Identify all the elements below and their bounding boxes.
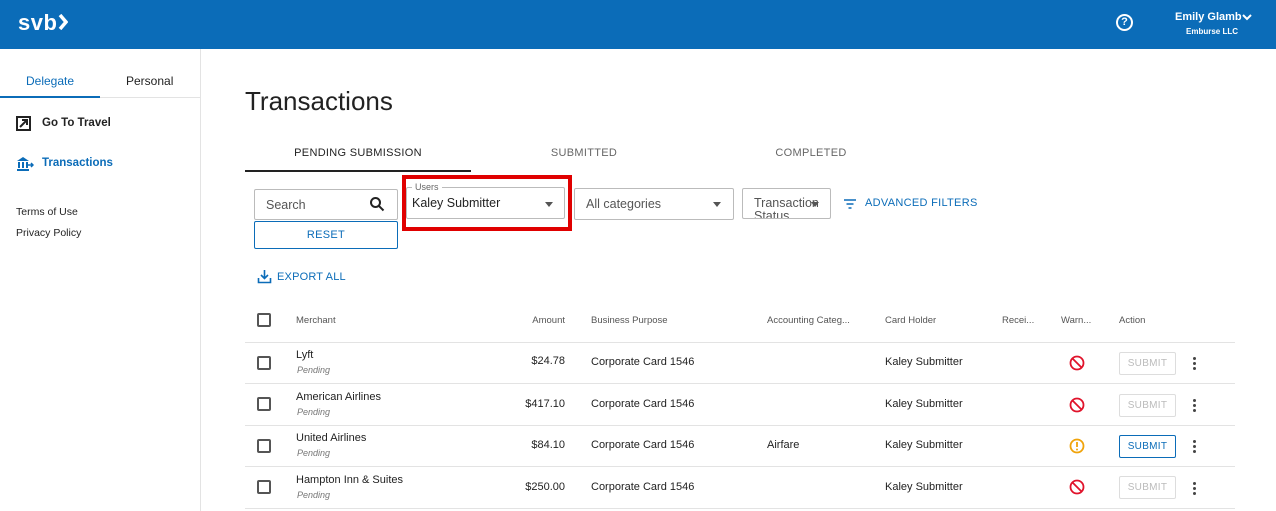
row-divider (245, 383, 1235, 384)
tab-submitted[interactable]: SUBMITTED (471, 147, 697, 159)
caret-down-icon[interactable] (713, 202, 721, 207)
terms-of-use-link[interactable]: Terms of Use (16, 206, 78, 218)
category-select-value[interactable]: All categories (586, 197, 661, 211)
row-divider (245, 342, 1235, 343)
row-divider (245, 508, 1235, 509)
bank-transfer-icon (17, 157, 34, 171)
search-input[interactable]: Search (254, 189, 398, 220)
blocked-warning-icon[interactable] (1069, 397, 1085, 413)
submit-button[interactable]: SUBMIT (1119, 476, 1176, 499)
row-divider (245, 425, 1235, 426)
logo-text: svb (18, 10, 58, 35)
sidebar-item-label: Transactions (42, 157, 113, 169)
sidebar: Delegate Personal Go To Travel Transacti… (0, 49, 201, 511)
question-circle-icon[interactable]: ? (1116, 14, 1133, 31)
caret-down-icon[interactable] (811, 202, 819, 207)
download-icon (257, 270, 272, 284)
advanced-filters-label: ADVANCED FILTERS (865, 197, 978, 209)
privacy-policy-link[interactable]: Privacy Policy (16, 227, 81, 239)
sidebar-item-label: Go To Travel (42, 117, 111, 129)
blocked-warning-icon[interactable] (1069, 355, 1085, 371)
logo-chevron-icon (59, 14, 69, 30)
column-header-receipt[interactable]: Recei... (1002, 315, 1034, 326)
export-all-label: EXPORT ALL (277, 271, 346, 283)
amount: $417.10 (525, 398, 565, 410)
card-holder: Kaley Submitter (885, 398, 963, 410)
row-checkbox[interactable] (257, 356, 271, 370)
business-purpose: Corporate Card 1546 (591, 439, 695, 451)
search-placeholder: Search (266, 198, 306, 212)
amount: $250.00 (525, 481, 565, 493)
top-header: svb ? Emily Glamb Emburse LLC (0, 0, 1276, 49)
transaction-status: Pending (297, 365, 331, 375)
svb-logo[interactable]: svb (18, 10, 69, 36)
amount: $84.10 (531, 439, 565, 451)
highlight-box (402, 175, 572, 231)
merchant-name: Hampton Inn & Suites (296, 474, 404, 486)
column-header-warnings[interactable]: Warn... (1061, 315, 1091, 326)
blocked-warning-icon[interactable] (1069, 479, 1085, 495)
active-tab-indicator (245, 170, 471, 172)
user-name[interactable]: Emily Glamb (1175, 11, 1242, 23)
row-checkbox[interactable] (257, 397, 271, 411)
business-purpose: Corporate Card 1546 (591, 356, 695, 368)
row-checkbox[interactable] (257, 480, 271, 494)
card-holder: Kaley Submitter (885, 356, 963, 368)
submit-button[interactable]: SUBMIT (1119, 352, 1176, 375)
submit-button[interactable]: SUBMIT (1119, 435, 1176, 458)
card-holder: Kaley Submitter (885, 481, 963, 493)
column-header-business-purpose[interactable]: Business Purpose (591, 315, 668, 326)
column-header-accounting-category[interactable]: Accounting Categ... (767, 315, 850, 326)
merchant-name: American Airlines (296, 391, 381, 403)
row-checkbox[interactable] (257, 439, 271, 453)
column-header-merchant[interactable]: Merchant (296, 315, 336, 326)
active-tab-indicator (0, 96, 100, 98)
more-options-icon[interactable] (1193, 482, 1197, 497)
merchant-name: Lyft (296, 349, 314, 361)
row-divider (245, 466, 1235, 467)
amount: $24.78 (531, 355, 565, 367)
more-options-icon[interactable] (1193, 357, 1197, 372)
tab-personal[interactable]: Personal (126, 74, 173, 88)
column-header-amount[interactable]: Amount (485, 315, 565, 326)
tab-delegate[interactable]: Delegate (26, 74, 74, 88)
transaction-status: Pending (297, 448, 331, 458)
more-options-icon[interactable] (1193, 399, 1197, 414)
external-window-icon (16, 116, 31, 131)
merchant-name: United Airlines (296, 432, 367, 444)
chevron-down-icon[interactable] (1240, 10, 1254, 24)
card-holder: Kaley Submitter (885, 439, 963, 451)
tab-completed[interactable]: COMPLETED (698, 147, 924, 159)
tab-pending-submission[interactable]: PENDING SUBMISSION (245, 147, 471, 159)
page-title: Transactions (245, 86, 393, 116)
column-header-action: Action (1119, 315, 1146, 326)
accounting-category: Airfare (767, 439, 800, 451)
business-purpose: Corporate Card 1546 (591, 481, 695, 493)
sidebar-tabs: Delegate Personal (0, 65, 200, 98)
more-options-icon[interactable] (1193, 440, 1197, 455)
reset-button[interactable]: RESET (254, 221, 398, 249)
column-header-card-holder[interactable]: Card Holder (885, 315, 936, 326)
filter-icon (844, 199, 856, 209)
alert-warning-icon[interactable] (1069, 438, 1085, 454)
business-purpose: Corporate Card 1546 (591, 398, 695, 410)
transaction-status: Pending (297, 490, 331, 500)
select-all-checkbox[interactable] (257, 313, 271, 327)
transaction-status: Pending (297, 407, 331, 417)
status-select-value: Transaction Status (754, 196, 819, 219)
user-org: Emburse LLC (1186, 27, 1239, 36)
submit-button[interactable]: SUBMIT (1119, 394, 1176, 417)
search-icon[interactable] (369, 196, 385, 212)
